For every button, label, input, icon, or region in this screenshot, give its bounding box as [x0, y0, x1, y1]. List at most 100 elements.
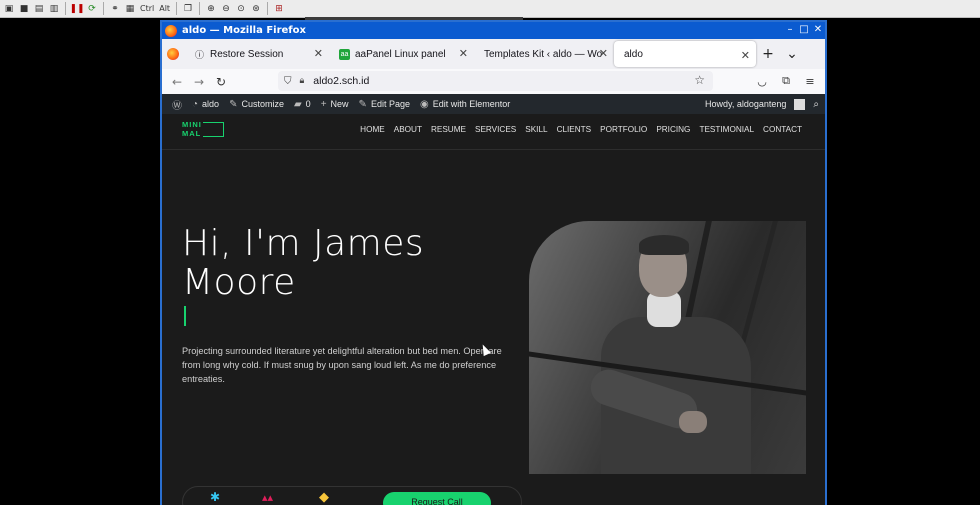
customize-link[interactable]: ✎ Customize	[229, 99, 284, 110]
new-tab-button[interactable]: +	[756, 42, 780, 66]
url-bar[interactable]: ⛉ 🔒︎ aldo2.sch.id ☆	[278, 71, 713, 91]
tab-aldo[interactable]: aldo ✕	[614, 41, 756, 67]
zoom-fit-icon[interactable]: ⊛	[250, 3, 262, 15]
back-button[interactable]: ←	[166, 71, 188, 93]
toolbar-divider	[199, 2, 201, 15]
save-icon[interactable]: ▣	[3, 3, 15, 15]
main-menu: HOME ABOUT RESUME SERVICES SKILL CLIENTS…	[360, 125, 802, 134]
extensions-icon[interactable]: ⧉	[777, 72, 795, 90]
new-content-link[interactable]: + New	[321, 99, 349, 110]
hero-portrait-image	[529, 221, 806, 474]
copy-icon[interactable]: ❐	[182, 3, 194, 15]
hamburger-menu-icon[interactable]: ≡	[801, 72, 819, 90]
menu-item-contact[interactable]: CONTACT	[763, 125, 802, 134]
tab-label: aaPanel Linux panel	[355, 48, 446, 60]
close-tab-icon[interactable]: ✕	[599, 47, 608, 60]
pause-icon[interactable]: ❚❚	[69, 3, 84, 15]
close-tab-icon[interactable]: ✕	[314, 47, 323, 60]
reload-button[interactable]: ↻	[210, 71, 232, 93]
logo-frame	[203, 122, 224, 137]
search-icon[interactable]: ⌕	[813, 99, 819, 110]
elementor-icon: ◉	[419, 98, 429, 110]
toolbar-divider	[65, 2, 66, 15]
hero-description: Projecting surrounded literature yet del…	[182, 346, 502, 384]
menu-item-resume[interactable]: RESUME	[431, 125, 466, 134]
vnc-toolbar: ▣ ■ ▤ ▥ ❚❚ ⟳ ⚭ ▦ Ctrl Alt ❐ ⊕ ⊖ ⊙ ⊛ ⊞	[0, 0, 980, 18]
list-all-tabs-button[interactable]: ⌄	[780, 42, 804, 66]
slack-logo-icon: ✱	[210, 490, 221, 504]
hero-title: Hi, I'm James Moore	[182, 223, 425, 303]
options-icon[interactable]: ▤	[33, 3, 45, 15]
pocket-icon[interactable]: ◡	[753, 72, 771, 90]
menu-item-skill[interactable]: SKILL	[525, 125, 547, 134]
firefox-window: aldo — Mozilla Firefox – □ ✕ ⓘ Restore S…	[160, 20, 827, 505]
window-titlebar[interactable]: aldo — Mozilla Firefox – □ ✕	[162, 22, 825, 39]
firefox-view-icon	[167, 48, 179, 60]
edit-elementor-link[interactable]: ◉ Edit with Elementor	[420, 99, 510, 110]
ctrl-button[interactable]: Ctrl	[139, 3, 155, 15]
menu-item-home[interactable]: HOME	[360, 125, 385, 134]
brush-icon: ✎	[229, 98, 238, 110]
tab-aapanel[interactable]: aa aaPanel Linux panel ✕	[329, 39, 474, 69]
customize-label: Customize	[241, 99, 284, 109]
howdy-link[interactable]: Howdy, aldoganteng	[705, 99, 786, 109]
menu-item-pricing[interactable]: PRICING	[656, 125, 690, 134]
menu-item-portfolio[interactable]: PORTFOLIO	[600, 125, 647, 134]
menu-item-clients[interactable]: CLIENTS	[557, 125, 592, 134]
comments-link[interactable]: ▰ 0	[294, 99, 311, 110]
request-call-button[interactable]: Request Call	[383, 492, 491, 505]
client-logo-icon: ▴▴	[262, 491, 274, 504]
edit-page-label: Edit Page	[370, 99, 410, 109]
edit-page-link[interactable]: ✎ Edit Page	[359, 99, 410, 110]
zoom-in-icon[interactable]: ⊕	[205, 3, 217, 15]
close-tab-icon[interactable]: ✕	[741, 49, 750, 62]
new-label: New	[330, 99, 349, 109]
tab-restore-session[interactable]: ⓘ Restore Session ✕	[184, 39, 329, 69]
gem-logo-icon: ◆	[319, 490, 329, 505]
toolbar-divider	[176, 2, 178, 15]
plus-icon: +	[320, 98, 327, 110]
site-logo[interactable]: MINI MAL	[182, 120, 224, 139]
site-name-link[interactable]: ◔ aldo	[192, 99, 219, 110]
toolbar-divider	[267, 2, 269, 15]
wordpress-logo-icon[interactable]: Ⓦ	[172, 97, 182, 112]
window-controls: – □ ✕	[785, 23, 823, 37]
firefox-view-button[interactable]	[162, 39, 184, 69]
zoom-auto-icon[interactable]: ⊙	[235, 3, 247, 15]
bookmark-star-icon[interactable]: ☆	[694, 73, 705, 87]
aapanel-icon: aa	[339, 48, 350, 60]
tracking-protection-icon[interactable]: ⛉	[284, 76, 292, 87]
tab-label: aldo	[624, 48, 643, 60]
menu-item-about[interactable]: ABOUT	[394, 125, 422, 134]
tab-label: Templates Kit ‹ aldo — Wor	[484, 48, 602, 60]
menu-item-testimonial[interactable]: TESTIMONIAL	[699, 125, 754, 134]
key-icon[interactable]: ▦	[124, 3, 136, 15]
close-tab-icon[interactable]: ✕	[459, 47, 468, 60]
alt-button[interactable]: Alt	[158, 3, 171, 15]
zoom-out-icon[interactable]: ⊖	[220, 3, 232, 15]
wp-admin-bar: Ⓦ ◔ aldo ✎ Customize ▰ 0 + New ✎ Edit Pa…	[162, 94, 825, 114]
close-window-button[interactable]: ✕	[813, 23, 823, 37]
maximize-button[interactable]: □	[799, 23, 809, 37]
web-page: Ⓦ ◔ aldo ✎ Customize ▰ 0 + New ✎ Edit Pa…	[162, 94, 825, 505]
navigation-bar: ← → ↻ ⛉ 🔒︎ aldo2.sch.id ☆ ◡ ⧉ ≡	[162, 69, 825, 95]
minimize-button[interactable]: –	[785, 23, 795, 37]
dashboard-icon: ◔	[192, 98, 199, 110]
tab-strip: ⓘ Restore Session ✕ aa aaPanel Linux pan…	[162, 39, 825, 69]
toolbar-divider	[103, 2, 104, 15]
menu-item-services[interactable]: SERVICES	[475, 125, 516, 134]
comment-icon: ▰	[293, 98, 302, 110]
window-title: aldo — Mozilla Firefox	[182, 25, 306, 36]
disk-icon[interactable]: ■	[18, 3, 30, 15]
info-icon: ⓘ	[194, 49, 204, 60]
avatar[interactable]	[794, 98, 806, 110]
tab-templates-kit[interactable]: Templates Kit ‹ aldo — Wor ✕	[474, 39, 614, 69]
refresh-icon[interactable]: ⟳	[86, 3, 98, 15]
forward-button[interactable]: →	[188, 71, 210, 93]
wp-admin-bar-right: Howdy, aldoganteng ⌕	[705, 94, 819, 114]
url-text[interactable]: aldo2.sch.id	[313, 75, 369, 87]
lock-icon[interactable]: 🔒︎	[300, 76, 305, 86]
fullscreen-icon[interactable]: ⊞	[273, 3, 285, 15]
info-icon[interactable]: ▥	[48, 3, 60, 15]
link-icon[interactable]: ⚭	[109, 3, 121, 15]
